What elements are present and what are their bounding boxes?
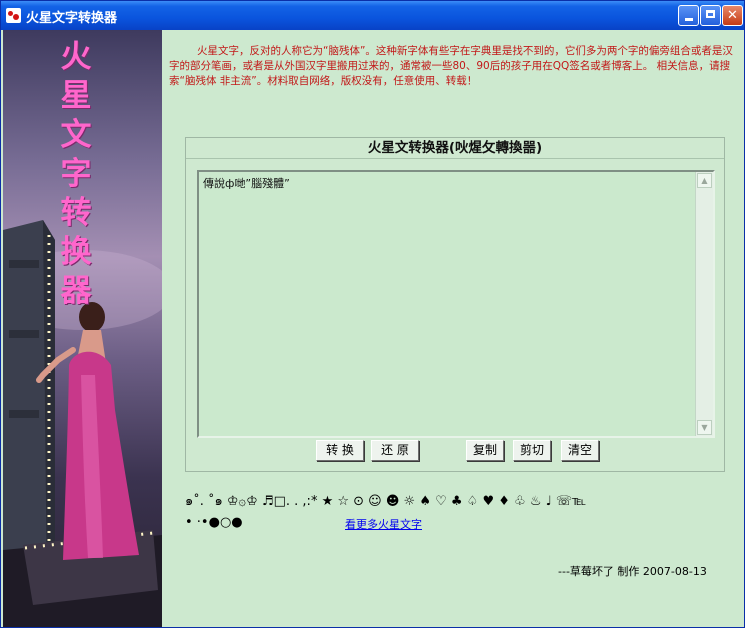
window-title: 火星文字转换器: [26, 11, 118, 26]
convert-button[interactable]: 转 换: [316, 440, 364, 461]
credit-text: ---草莓坏了 制作 2007-08-13: [558, 565, 707, 578]
symbol-row[interactable]: ๑˚. ˚๑ ♔۞♔ ♬□. . ,:* ★ ☆ ⊙ ☺ ☻ ☼ ♠ ♡ ♣ ♤…: [185, 491, 745, 512]
sidebar-image: 火 星 文 字 转 换 器: [3, 30, 162, 627]
panel-title: 火星文转换器(吙煋攵轉換噐): [186, 138, 724, 159]
symbol-list: ๑˚. ˚๑ ♔۞♔ ♬□. . ,:* ★ ☆ ⊙ ☺ ☻ ☼ ♠ ♡ ♣ ♤…: [185, 491, 745, 533]
vertical-scrollbar[interactable]: ▲ ▼: [695, 172, 713, 436]
vertical-title-char: 字: [60, 156, 92, 192]
maximize-button[interactable]: [700, 5, 721, 26]
vertical-title-char: 换: [60, 234, 92, 270]
close-icon: ✕: [727, 8, 738, 23]
scroll-down-icon[interactable]: ▼: [697, 420, 712, 435]
vertical-title-char: 转: [60, 195, 92, 231]
vertical-title-char: 星: [60, 78, 92, 114]
vertical-title-char: 火: [60, 39, 92, 75]
app-window: 火星文字转换器 ✕ 火 星 文 字 转 换 器 火星文字，反对的人称它为“脑残体…: [0, 0, 745, 628]
minimize-icon: [684, 18, 693, 21]
symbol-row[interactable]: • ·•●○●: [185, 512, 745, 533]
close-button[interactable]: ✕: [722, 5, 743, 26]
vertical-title-char: 文: [60, 117, 92, 153]
converter-panel: 火星文转换器(吙煋攵轉換噐) 傳說ф哋”腦殘體” ▲ ▼ 转 换 还 原 复制 …: [185, 137, 725, 472]
more-symbols-link[interactable]: 看更多火星文字: [345, 516, 422, 532]
copy-button[interactable]: 复制: [466, 440, 504, 461]
clear-button[interactable]: 清空: [561, 440, 599, 461]
intro-text: 火星文字，反对的人称它为“脑残体”。这种新字体有些字在字典里是找不到的，它们多为…: [169, 45, 733, 87]
minimize-button[interactable]: [678, 5, 699, 26]
maximize-icon: [706, 10, 715, 18]
title-bar[interactable]: 火星文字转换器 ✕: [1, 1, 744, 30]
scroll-up-icon[interactable]: ▲: [697, 173, 712, 188]
text-input-area[interactable]: 傳說ф哋”腦殘體” ▲ ▼: [197, 170, 715, 438]
restore-button[interactable]: 还 原: [371, 440, 419, 461]
text-input-value: 傳說ф哋”腦殘體”: [203, 177, 290, 190]
app-icon[interactable]: [6, 8, 21, 23]
vertical-title: 火 星 文 字 转 换 器: [56, 38, 96, 311]
cut-button[interactable]: 剪切: [513, 440, 551, 461]
vertical-title-char: 器: [60, 273, 92, 309]
